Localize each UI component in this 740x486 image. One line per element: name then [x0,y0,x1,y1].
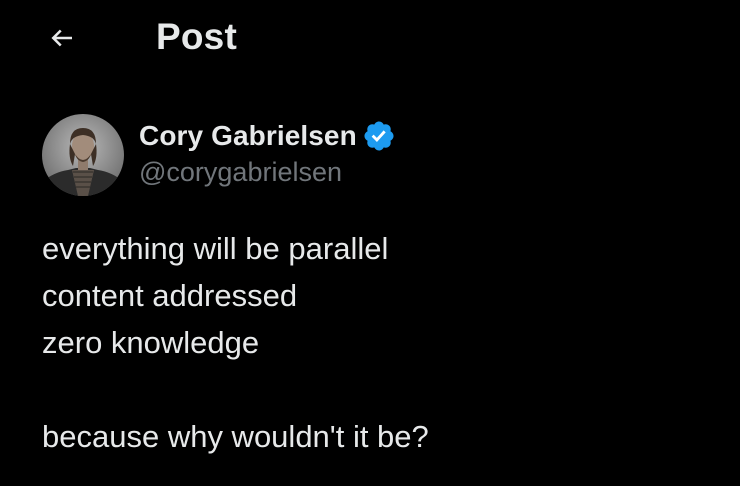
post-line-blank [42,366,722,413]
avatar-image [42,114,124,196]
back-button[interactable] [40,16,84,60]
top-bar: Post [0,0,740,76]
arrow-left-icon [51,29,72,47]
post-line: everything will be parallel [42,231,389,266]
post-line: because why wouldn't it be? [42,419,429,454]
verified-badge-icon [364,121,394,151]
post-author: Cory Gabrielsen @corygabrielsen [42,114,396,196]
avatar[interactable] [42,114,124,196]
post-line: zero knowledge [42,325,260,360]
author-display-name[interactable]: Cory Gabrielsen [139,120,357,152]
author-handle[interactable]: @corygabrielsen [139,155,396,189]
page-title: Post [156,16,237,57]
post-line: content addressed [42,278,298,313]
post-text: everything will be parallel content addr… [42,225,722,460]
